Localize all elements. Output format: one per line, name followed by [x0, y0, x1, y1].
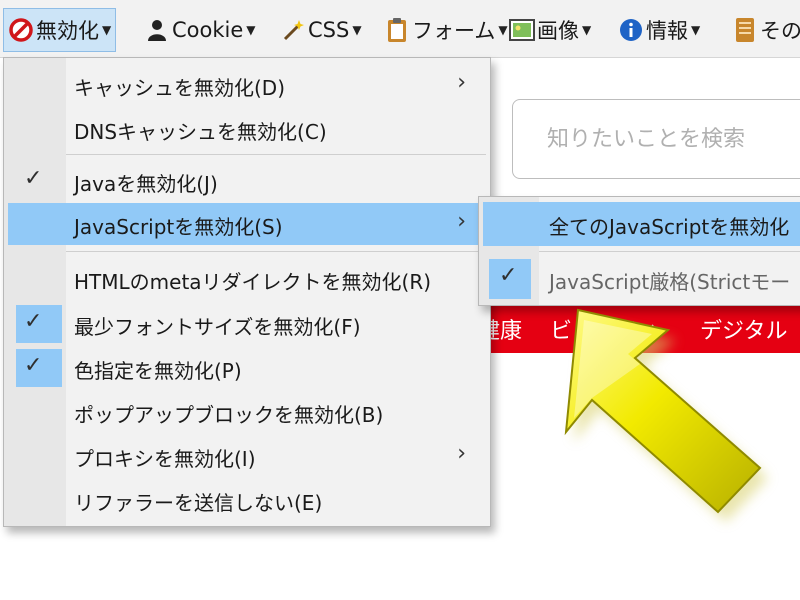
menu-separator: [66, 251, 486, 252]
submenu-item-disable-all-javascript[interactable]: 全てのJavaScriptを無効化: [483, 202, 800, 246]
checkmark-icon: ✓: [24, 166, 43, 191]
chevron-down-icon: ▼: [246, 23, 256, 37]
notebook-icon: [732, 17, 758, 43]
menu-separator: [539, 251, 800, 252]
chevron-down-icon: ▼: [102, 23, 112, 37]
info-label: 情報: [646, 19, 688, 43]
image-label: 画像: [537, 19, 579, 43]
menu-item-label: JavaScriptを無効化(S): [74, 215, 283, 239]
chevron-right-icon: ›: [457, 70, 466, 95]
other-label: その: [760, 19, 800, 43]
menu-item-label: 全てのJavaScriptを無効化: [549, 215, 790, 239]
toolbar: 無効化 ▼ Cookie ▼ CSS ▼ フォーム ▼ 画像 ▼ 情報 ▼ その: [0, 0, 800, 58]
menu-item-label: キャッシュを無効化(D): [74, 76, 286, 100]
menu-item-disable-proxy[interactable]: プロキシを無効化(I) ›: [8, 435, 486, 477]
checkmark-icon: ✓: [24, 309, 43, 334]
cookie-label: Cookie: [172, 18, 244, 42]
menu-item-disable-javascript[interactable]: JavaScriptを無効化(S) ›: [8, 203, 486, 245]
css-label: CSS: [308, 18, 350, 42]
css-wand-icon: [280, 17, 306, 43]
chevron-down-icon: ▼: [352, 23, 362, 37]
javascript-submenu: 全てのJavaScriptを無効化 ✓ JavaScript厳格(Strictモ…: [478, 196, 800, 306]
image-menu-button[interactable]: 画像 ▼: [505, 8, 595, 52]
menu-item-label: JavaScript厳格(Strictモー: [549, 270, 791, 294]
disable-icon: [8, 17, 34, 43]
menu-item-label: DNSキャッシュを無効化(C): [74, 120, 327, 144]
checkmark-icon: ✓: [24, 353, 43, 378]
search-box[interactable]: [512, 99, 800, 179]
menu-item-label: 最少フォントサイズを無効化(F): [74, 315, 361, 339]
chevron-down-icon: ▼: [691, 23, 701, 37]
menu-item-label: ポップアップブロックを無効化(B): [74, 403, 384, 427]
disable-menu-button[interactable]: 無効化 ▼: [3, 8, 117, 52]
menu-item-disable-java[interactable]: Javaを無効化(J) ✓: [8, 160, 486, 202]
menu-item-disable-meta-redirect[interactable]: HTMLのmetaリダイレクトを無効化(R): [8, 258, 486, 300]
menu-item-disable-cache[interactable]: キャッシュを無効化(D) ›: [8, 64, 486, 106]
category-beauty[interactable]: ビューティ: [550, 313, 659, 345]
info-icon: [618, 17, 644, 43]
menu-separator: [66, 154, 486, 155]
menu-item-disable-dns-cache[interactable]: DNSキャッシュを無効化(C): [8, 108, 486, 150]
menu-item-label: リファラーを送信しない(E): [74, 491, 323, 515]
chevron-right-icon: ›: [457, 209, 466, 234]
menu-item-disable-min-font-size[interactable]: ✓ 最少フォントサイズを無効化(F): [8, 303, 486, 345]
info-menu-button[interactable]: 情報 ▼: [614, 8, 704, 52]
form-menu-button[interactable]: フォーム ▼: [380, 8, 512, 52]
disable-dropdown-menu: キャッシュを無効化(D) › DNSキャッシュを無効化(C) Javaを無効化(…: [3, 57, 491, 527]
other-menu-button[interactable]: その: [728, 8, 800, 52]
menu-item-label: HTMLのmetaリダイレクトを無効化(R): [74, 270, 432, 294]
chevron-right-icon: ›: [457, 441, 466, 466]
image-icon: [509, 17, 535, 43]
menu-item-disable-popup-block[interactable]: ポップアップブロックを無効化(B): [8, 391, 486, 433]
css-menu-button[interactable]: CSS ▼: [276, 8, 366, 52]
disable-label: 無効化: [36, 19, 99, 43]
search-input[interactable]: [513, 100, 800, 178]
menu-item-label: Javaを無効化(J): [74, 172, 218, 196]
chevron-down-icon: ▼: [582, 23, 592, 37]
clipboard-icon: [384, 17, 410, 43]
submenu-item-javascript-strict[interactable]: ✓ JavaScript厳格(Strictモー: [483, 257, 800, 301]
menu-item-disable-colors[interactable]: ✓ 色指定を無効化(P): [8, 347, 486, 389]
menu-item-label: プロキシを無効化(I): [74, 447, 256, 471]
menu-item-label: 色指定を無効化(P): [74, 359, 242, 383]
category-bar: 健康 ビューティ デジタル: [478, 305, 800, 353]
cookie-menu-button[interactable]: Cookie ▼: [140, 8, 260, 52]
form-label: フォーム: [412, 19, 496, 43]
checkmark-icon: ✓: [499, 263, 518, 288]
cookie-icon: [144, 17, 170, 43]
menu-item-no-referrer[interactable]: リファラーを送信しない(E): [8, 479, 486, 521]
category-digital[interactable]: デジタル: [700, 313, 788, 345]
